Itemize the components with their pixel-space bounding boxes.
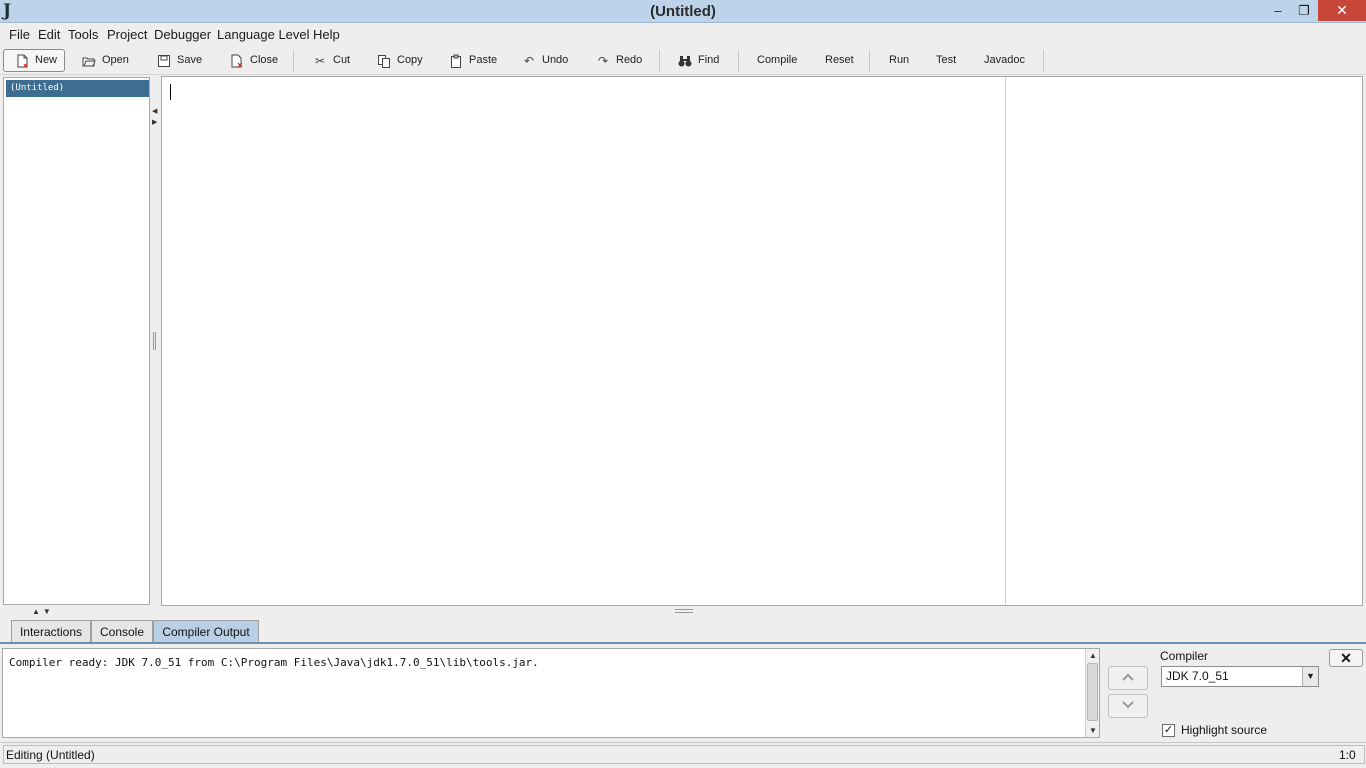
toolbar: New Open Save Close ✂ Cut Copy Paste ↶ U… [0, 46, 1366, 75]
close-window-button[interactable]: ✕ [1318, 0, 1366, 21]
paste-button-label: Paste [469, 54, 498, 66]
scissors-icon: ✂ [314, 53, 326, 68]
compiler-label: Compiler [1160, 649, 1209, 663]
dropdown-arrow-icon[interactable]: ▼ [1302, 667, 1318, 686]
close-file-icon [230, 54, 244, 68]
vertical-splitter[interactable]: ◀ ▶ [150, 77, 160, 605]
test-button[interactable]: Test [936, 49, 956, 72]
save-disk-icon [157, 54, 171, 68]
previous-error-button[interactable] [1108, 666, 1148, 690]
reset-button[interactable]: Reset [825, 49, 854, 72]
right-margin-line [1005, 77, 1006, 605]
scroll-down-icon[interactable]: ▼ [1086, 726, 1100, 735]
clipboard-icon [449, 54, 463, 68]
tab-interactions[interactable]: Interactions [11, 620, 91, 643]
paste-button[interactable]: Paste [449, 49, 497, 72]
menu-edit[interactable]: Edit [38, 27, 60, 42]
restore-button[interactable]: ❐ [1292, 0, 1316, 21]
expand-right-icon[interactable]: ▶ [152, 118, 157, 126]
status-bar: Editing (Untitled) 1:0 [0, 742, 1366, 768]
minimize-button[interactable]: ‒ [1266, 0, 1290, 21]
text-caret [170, 84, 171, 100]
window-title: (Untitled) [650, 3, 716, 20]
status-frame [3, 745, 1365, 764]
compiler-output-pane[interactable]: Compiler ready: JDK 7.0_51 from C:\Progr… [2, 648, 1100, 738]
cursor-position: 1:0 [1339, 748, 1356, 762]
undo-icon: ↶ [523, 53, 535, 68]
toolbar-separator [738, 50, 739, 72]
close-button-label: Close [250, 54, 279, 66]
binoculars-icon [678, 54, 692, 68]
status-message: Editing (Untitled) [6, 748, 95, 762]
bottom-tabs: Interactions Console Compiler Output [0, 619, 1366, 643]
highlight-source-checkbox[interactable]: ✓ [1162, 723, 1175, 737]
document-item-untitled[interactable]: (Untitled) [6, 80, 149, 97]
javadoc-button[interactable]: Javadoc [984, 49, 1025, 72]
undo-button-label: Undo [542, 54, 569, 66]
scroll-up-icon[interactable]: ▲ [1086, 651, 1100, 660]
menu-debugger[interactable]: Debugger [154, 27, 211, 42]
close-button[interactable]: Close [230, 49, 278, 72]
copy-button[interactable]: Copy [377, 49, 423, 72]
menu-language-level[interactable]: Language Level [217, 27, 310, 42]
toolbar-separator [659, 50, 660, 72]
menu-tools[interactable]: Tools [68, 27, 98, 42]
find-button-label: Find [698, 54, 720, 66]
open-button[interactable]: Open [82, 49, 129, 72]
splitter-grip[interactable] [153, 332, 156, 350]
undo-button[interactable]: ↶ Undo [522, 49, 568, 72]
title-bar[interactable]: J (Untitled) ‒ ❐ ✕ [0, 0, 1366, 23]
menu-bar: File Edit Tools Project Debugger Languag… [0, 24, 1366, 45]
compile-button[interactable]: Compile [757, 49, 797, 72]
menu-file[interactable]: File [9, 27, 30, 42]
highlight-source-option[interactable]: ✓ Highlight source [1162, 723, 1267, 737]
cut-button[interactable]: ✂ Cut [313, 49, 350, 72]
tab-underline [0, 642, 1366, 644]
copy-icon [377, 54, 391, 68]
code-editor[interactable] [161, 76, 1363, 606]
tab-compiler-output[interactable]: Compiler Output [153, 620, 259, 643]
compiler-select[interactable]: JDK 7.0_51 ▼ [1161, 666, 1319, 687]
close-panel-button[interactable]: ✕ [1329, 649, 1363, 667]
tree-resize-arrows-icon[interactable]: ▲▼ [32, 607, 54, 616]
horizontal-splitter-grip[interactable] [675, 609, 693, 613]
compiler-selected-value: JDK 7.0_51 [1166, 669, 1229, 683]
chevron-down-icon [1122, 701, 1134, 709]
redo-button-label: Redo [616, 54, 643, 66]
open-folder-icon [82, 54, 96, 68]
chevron-up-icon [1122, 673, 1134, 681]
collapse-left-icon[interactable]: ◀ [152, 107, 157, 115]
highlight-source-label: Highlight source [1181, 723, 1268, 737]
menu-project[interactable]: Project [107, 27, 147, 42]
run-button[interactable]: Run [889, 49, 909, 72]
new-button[interactable]: New [3, 49, 65, 72]
document-list[interactable]: (Untitled) [3, 77, 150, 605]
find-button[interactable]: Find [678, 49, 719, 72]
scroll-thumb[interactable] [1087, 663, 1098, 721]
redo-button[interactable]: ↷ Redo [596, 49, 642, 72]
open-button-label: Open [102, 54, 129, 66]
toolbar-separator [293, 50, 294, 72]
copy-button-label: Copy [397, 54, 423, 66]
output-scrollbar[interactable]: ▲ ▼ [1085, 649, 1099, 737]
new-button-label: New [35, 54, 58, 66]
tab-console[interactable]: Console [91, 620, 153, 643]
save-button-label: Save [177, 54, 203, 66]
toolbar-separator [1043, 50, 1044, 72]
new-file-icon [15, 54, 29, 68]
compiler-output-text: Compiler ready: JDK 7.0_51 from C:\Progr… [9, 656, 539, 669]
cut-button-label: Cut [333, 54, 351, 66]
save-button[interactable]: Save [157, 49, 202, 72]
next-error-button[interactable] [1108, 694, 1148, 718]
toolbar-separator [869, 50, 870, 72]
menu-help[interactable]: Help [313, 27, 340, 42]
redo-icon: ↷ [597, 53, 609, 68]
